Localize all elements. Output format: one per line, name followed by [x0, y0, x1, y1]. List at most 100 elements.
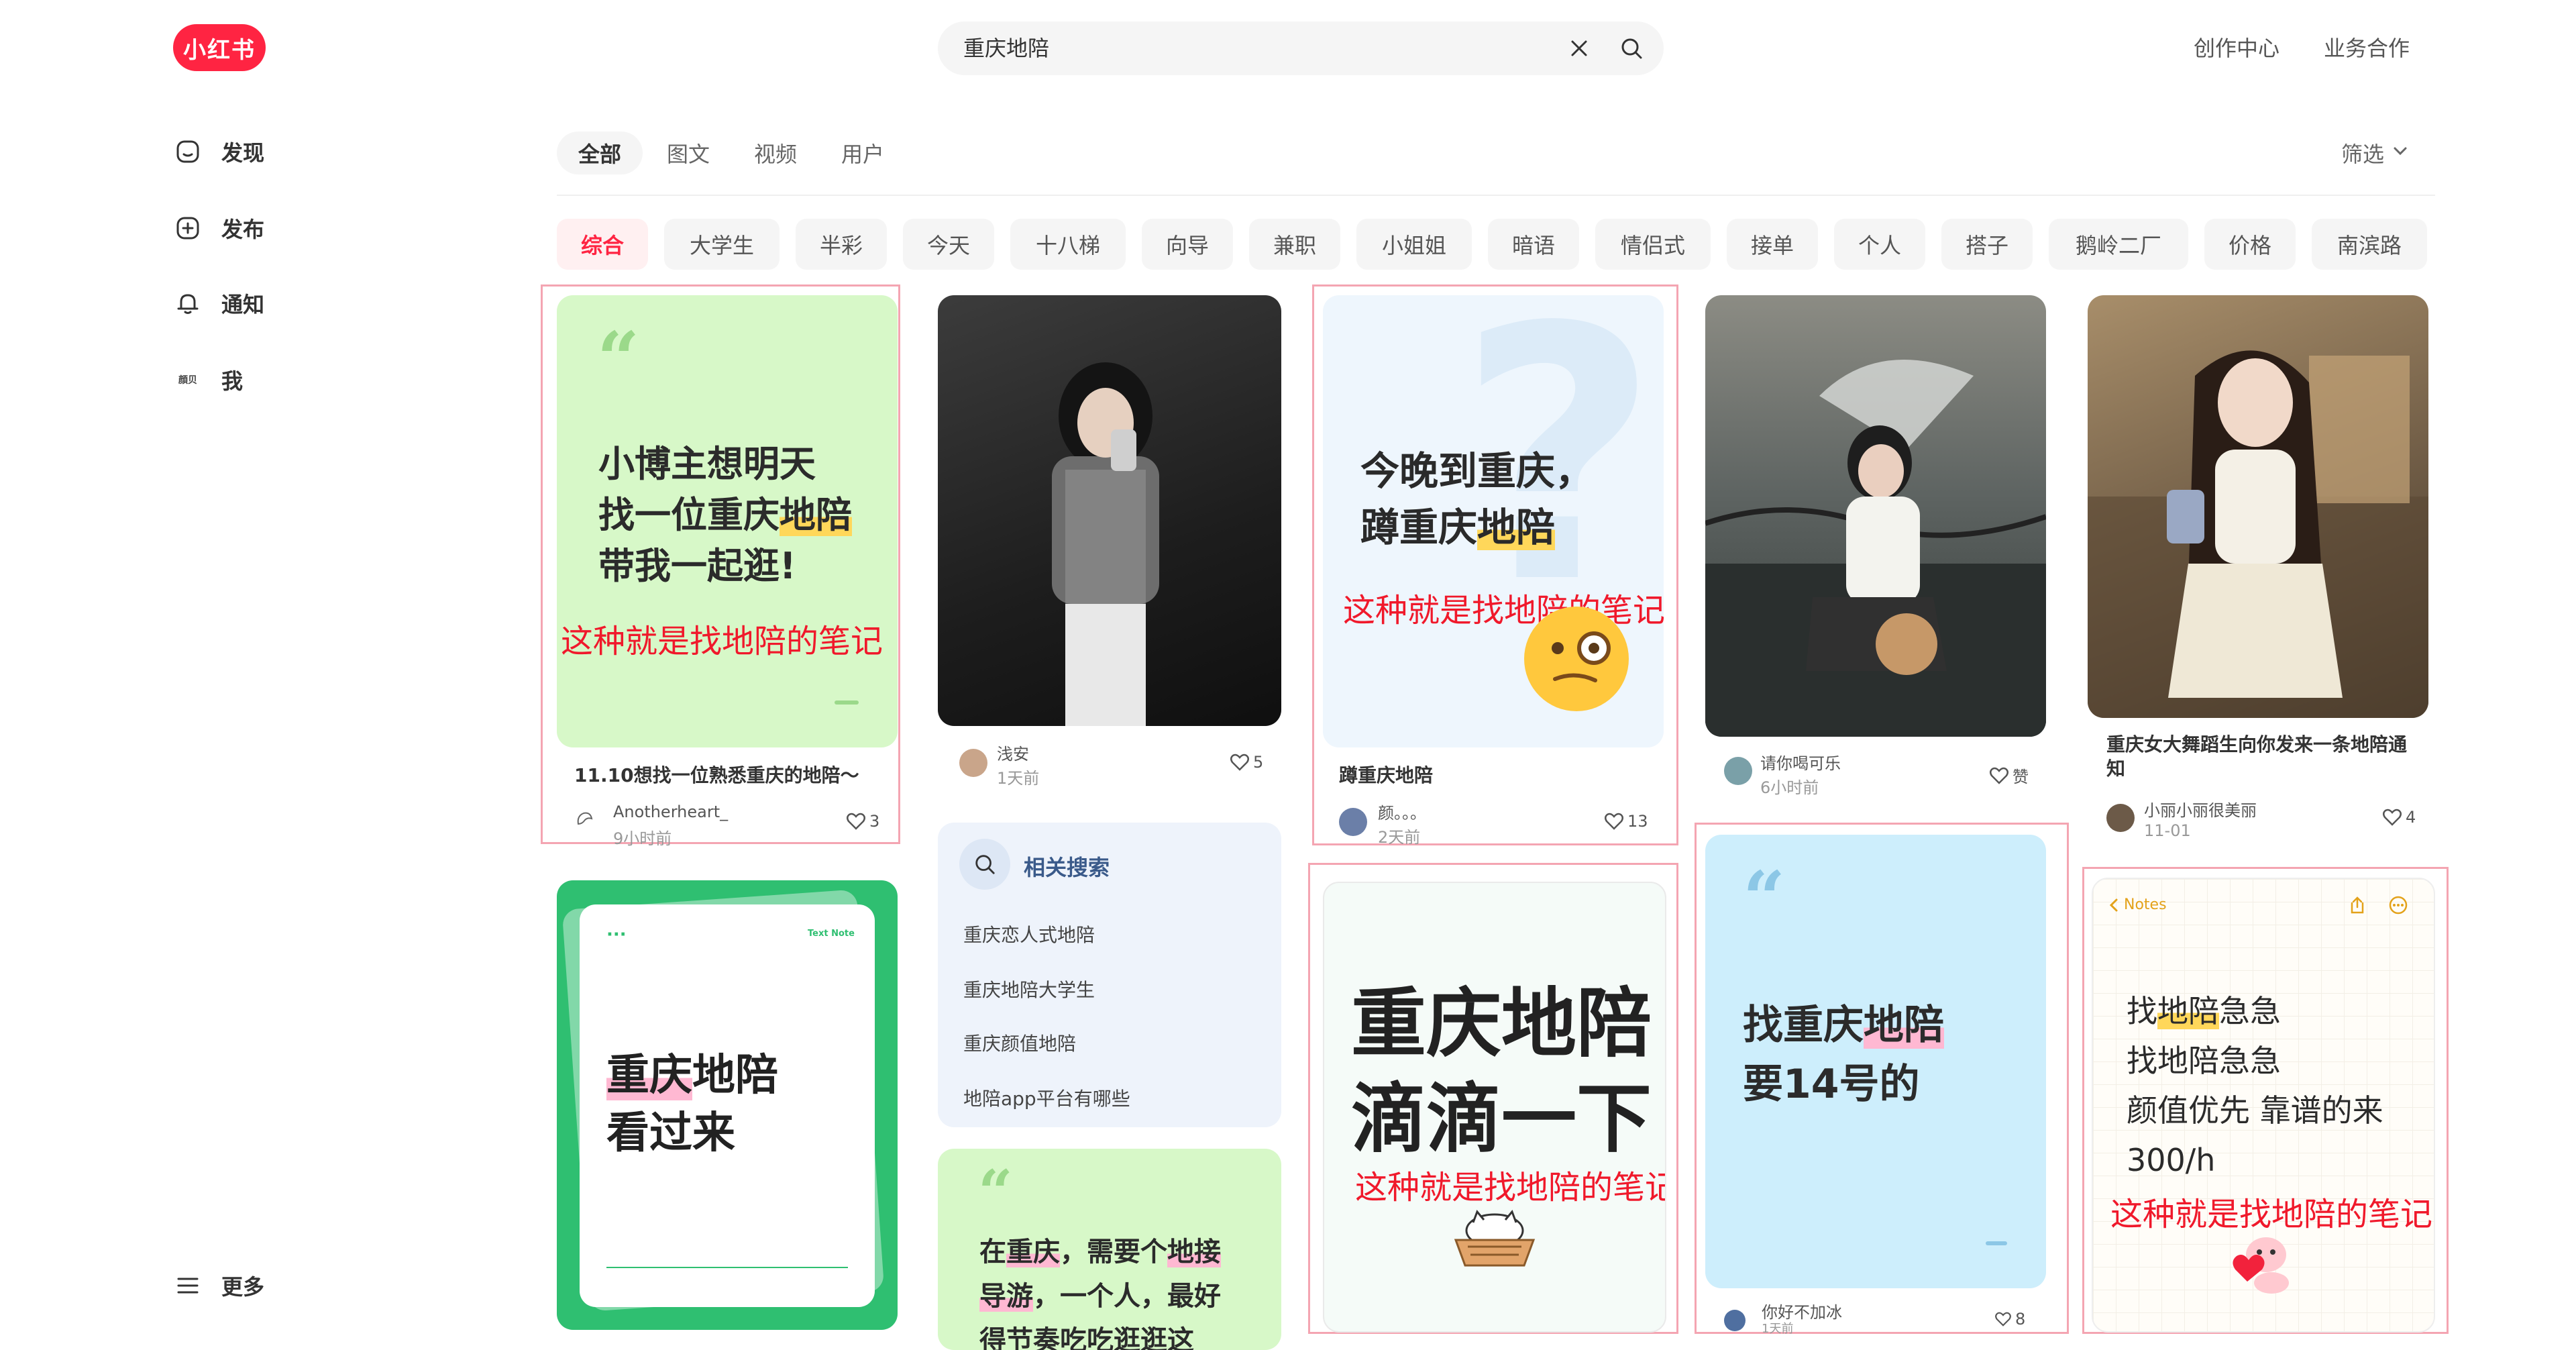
cover-text: 颜值优先 靠谱的来	[2127, 1092, 2383, 1129]
like-button[interactable]: 4	[2383, 808, 2416, 827]
search-icon[interactable]	[1618, 35, 1645, 62]
business-link[interactable]: 业务合作	[2324, 34, 2410, 63]
note-cover-card4[interactable]	[1705, 295, 2046, 737]
sidebar-item-notifications[interactable]: 通知	[173, 282, 264, 325]
avatar[interactable]	[2106, 804, 2135, 832]
filter-chip[interactable]: 今天	[903, 219, 994, 270]
filter-chip[interactable]: 价格	[2204, 219, 2296, 270]
note-cover-card3[interactable]: ? 今晚到重庆， 蹲重庆地陪 这种就是找地陪的笔记	[1323, 295, 1664, 747]
note-cover-card9[interactable]: “ 找重庆地陪 要14号的	[1705, 835, 2046, 1288]
related-search-item[interactable]: 重庆恋人式地陪	[963, 921, 1095, 947]
paper-front: ··· Text Note 重庆地陪 看过来	[580, 904, 875, 1307]
sidebar-more[interactable]: 更多	[173, 1264, 264, 1307]
filter-chip[interactable]: 大学生	[664, 219, 780, 270]
filter-chip[interactable]: 南滨路	[2312, 219, 2427, 270]
photo-girl-mirror-image	[1052, 362, 1159, 726]
heart-icon	[847, 813, 865, 830]
related-search-item[interactable]: 重庆地陪大学生	[963, 976, 1095, 1002]
cover-highlight: 地陪	[1864, 1002, 1944, 1049]
note-cover-card6[interactable]: ··· Text Note 重庆地陪 看过来	[557, 880, 898, 1330]
notes-label: Notes	[2124, 896, 2167, 913]
like-count: 8	[2015, 1310, 2026, 1329]
cover-highlight: 导游	[979, 1281, 1033, 1312]
home-icon	[173, 137, 203, 166]
tab-user[interactable]: 用户	[820, 132, 906, 174]
tab-video[interactable]: 视频	[733, 132, 818, 174]
filter-chip[interactable]: 兼职	[1249, 219, 1340, 270]
creator-center-link[interactable]: 创作中心	[2194, 34, 2279, 63]
post-time: 9小时前	[613, 829, 672, 848]
sidebar-item-publish[interactable]: 发布	[173, 207, 264, 250]
cover-text: 看过来	[606, 1108, 735, 1158]
sidebar-item-me[interactable]: 顔贝 我	[173, 358, 243, 401]
author-name[interactable]: Anotherheart_	[613, 802, 728, 821]
related-search-item[interactable]: 重庆颜值地陪	[963, 1029, 1076, 1056]
note-cover-card8[interactable]: 重庆地陪 滴滴一下 这种就是找地陪的笔记	[1323, 882, 1666, 1333]
tab-all[interactable]: 全部	[557, 132, 643, 174]
heart-character-icon	[2227, 1225, 2301, 1299]
like-button[interactable]: 3	[847, 812, 879, 831]
avatar[interactable]	[574, 809, 594, 829]
search-input[interactable]: 重庆地陪	[963, 35, 1049, 62]
note-cover-card1[interactable]: “ 小博主想明天 找一位重庆地陪 带我一起逛! 这种就是找地陪的笔记	[557, 295, 898, 747]
note-title[interactable]: 11.10想找一位熟悉重庆的地陪～	[574, 764, 890, 788]
like-button[interactable]: 8	[1995, 1310, 2025, 1329]
note-cover-card5[interactable]	[2088, 295, 2428, 718]
sidebar-item-label: 更多	[221, 1274, 265, 1300]
like-button[interactable]: 5	[1230, 753, 1263, 772]
note-title[interactable]: 蹲重庆地陪	[1339, 764, 1433, 788]
filter-chip[interactable]: 鹅岭二厂	[2049, 219, 2188, 270]
filter-chip[interactable]: 情侣式	[1595, 219, 1711, 270]
thinking-face-emoji-icon	[1521, 604, 1631, 714]
author-name[interactable]: 浅安	[997, 741, 1029, 764]
cover-text: ，需要个	[1060, 1237, 1167, 1267]
like-button[interactable]: 13	[1605, 812, 1648, 831]
filter-chip[interactable]: 接单	[1727, 219, 1818, 270]
avatar[interactable]	[1339, 808, 1367, 836]
cover-highlight: 地陪	[1477, 505, 1556, 550]
plus-square-icon	[173, 213, 203, 243]
note-cover-card7[interactable]: “ 在重庆，需要个地接 导游，一个人，最好 得节奏吃吃逛逛这	[938, 1149, 1281, 1350]
sidebar-item-label: 我	[221, 368, 244, 394]
cover-highlight: 地陪	[2157, 993, 2219, 1029]
filter-chip[interactable]: 搭子	[1941, 219, 2033, 270]
filter-chip[interactable]: 十八梯	[1010, 219, 1126, 270]
post-time: 1天前	[997, 769, 1040, 788]
author-name[interactable]: 颜。。。	[1378, 800, 1426, 823]
decor-dash	[1986, 1241, 2007, 1245]
avatar[interactable]	[1724, 1310, 1746, 1331]
like-count: 赞	[2012, 768, 2029, 786]
filter-chip[interactable]: 暗语	[1488, 219, 1579, 270]
filter-label: 筛选	[2341, 142, 2385, 167]
author-name[interactable]: 请你喝可乐	[1760, 750, 1841, 774]
filter-chip[interactable]: 个人	[1834, 219, 1925, 270]
tab-image-text[interactable]: 图文	[645, 132, 731, 174]
like-count: 5	[1253, 753, 1264, 772]
post-time: 1天前	[1762, 1322, 1794, 1336]
note-cover-card2[interactable]	[938, 295, 1281, 726]
cover-highlight: 地陪	[780, 494, 852, 536]
note-title[interactable]: 重庆女大舞蹈生向你发来一条地陪通知	[2106, 733, 2415, 781]
filter-chip[interactable]: 小姐姐	[1356, 219, 1472, 270]
filter-chip[interactable]: 半彩	[796, 219, 887, 270]
avatar[interactable]	[1724, 757, 1752, 785]
app-logo[interactable]: 小红书	[173, 24, 266, 71]
note-cover-card10[interactable]: Notes 找地陪急急 找地陪急急 颜值优先 靠谱的来 300/h 这种就是找地…	[2092, 878, 2435, 1333]
author-name[interactable]: 小丽小丽很美丽	[2144, 797, 2257, 821]
filter-chip[interactable]: 向导	[1142, 219, 1233, 270]
sidebar-item-discover[interactable]: 发现	[173, 130, 264, 173]
post-time: 11-01	[2144, 821, 2191, 840]
cat-in-basket-icon	[1448, 1202, 1542, 1269]
tabs-divider	[557, 195, 2435, 196]
clear-icon[interactable]	[1566, 35, 1593, 62]
like-count: 4	[2406, 808, 2416, 827]
filter-button[interactable]: 筛选	[2341, 132, 2410, 174]
quote-mark-icon: “	[597, 315, 640, 402]
filter-chip[interactable]: 综合	[557, 219, 648, 270]
like-button[interactable]: 赞	[1990, 764, 2029, 787]
avatar[interactable]	[959, 749, 987, 777]
cover-text: 小博主想明天	[598, 443, 816, 485]
share-icon	[2348, 895, 2367, 918]
related-search-item[interactable]: 地陪app平台有哪些	[963, 1084, 1130, 1111]
cover-text: 今晚到重庆，	[1360, 448, 1595, 494]
